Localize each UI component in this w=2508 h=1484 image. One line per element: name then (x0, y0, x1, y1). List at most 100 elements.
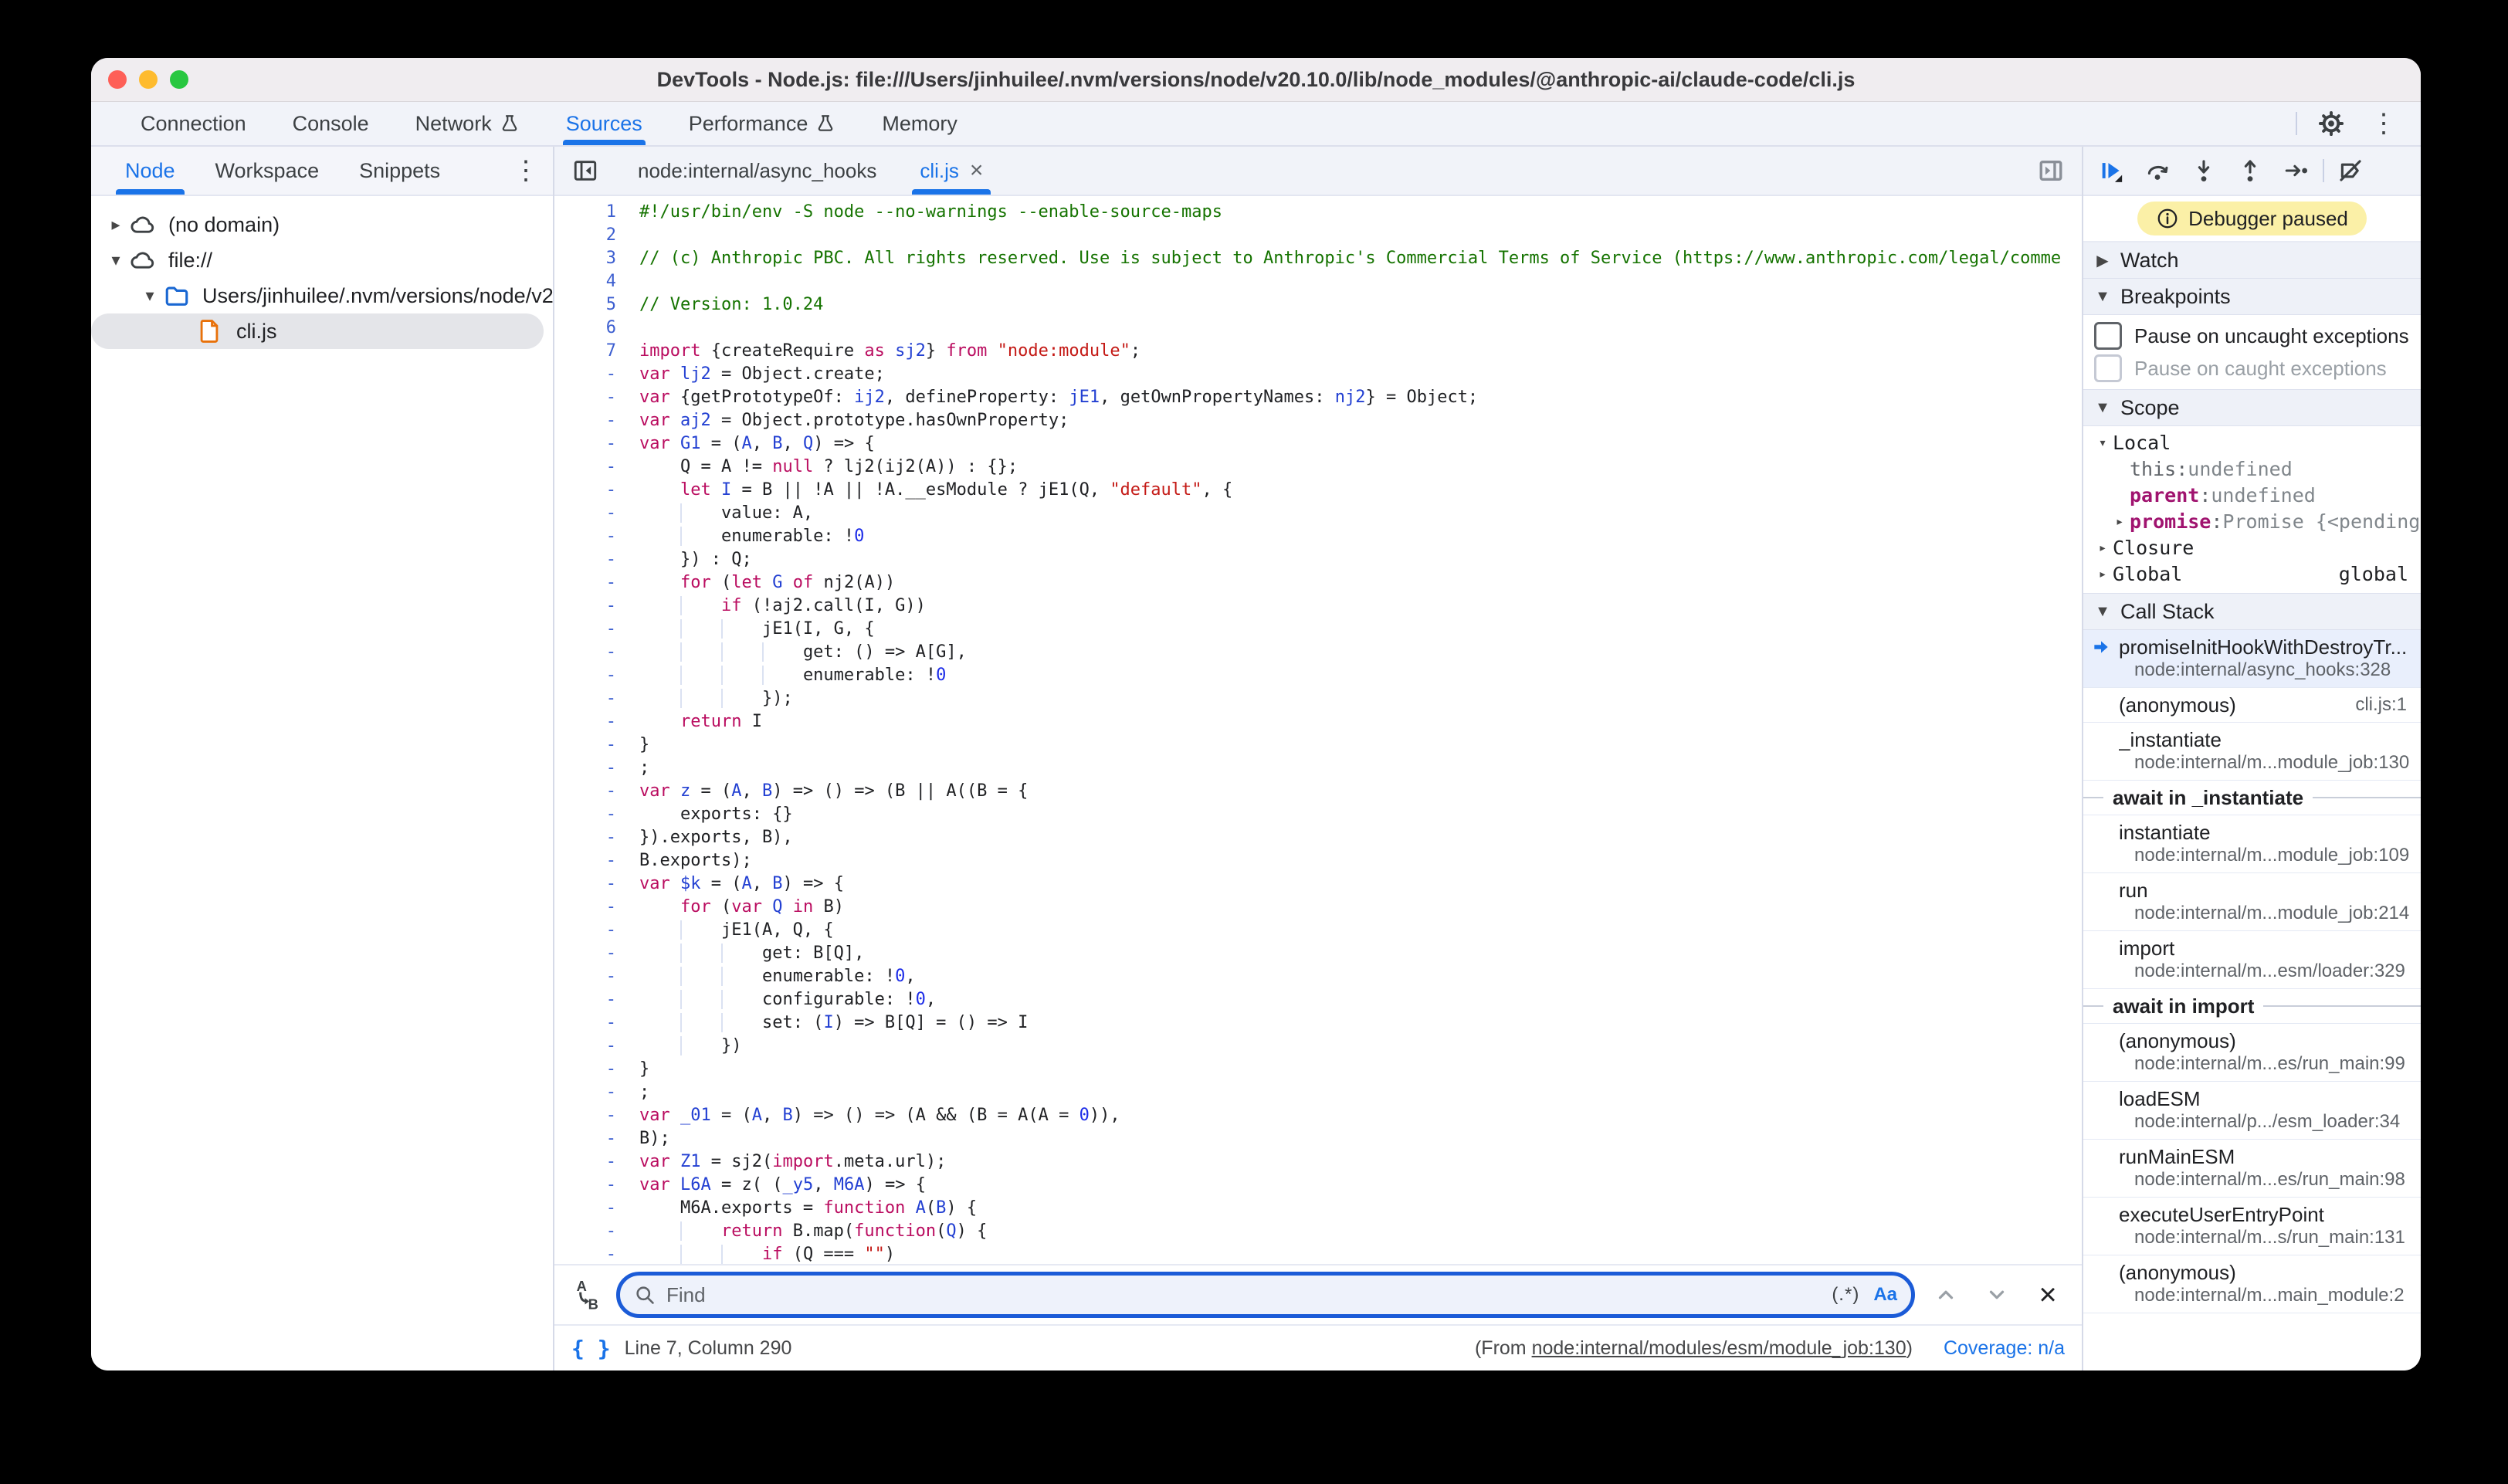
line-number[interactable]: - (554, 386, 639, 409)
tab-sources[interactable]: Sources (543, 102, 666, 145)
line-number[interactable]: - (554, 363, 639, 386)
line-number[interactable]: - (554, 919, 639, 942)
scope-group-local[interactable]: ▾Local (2083, 429, 2421, 456)
line-number[interactable]: - (554, 664, 639, 687)
line-number[interactable]: - (554, 409, 639, 432)
call-stack-frame[interactable]: _instantiatenode:internal/m...module_job… (2083, 723, 2421, 781)
scope-group-closure[interactable]: ▸Closure (2083, 534, 2421, 561)
line-number[interactable]: - (554, 1104, 639, 1127)
find-close-button[interactable]: × (2028, 1279, 2068, 1310)
more-options-button[interactable]: ⋮ (2365, 105, 2402, 142)
line-number[interactable]: - (554, 548, 639, 571)
pretty-print-icon[interactable]: { } (571, 1336, 611, 1361)
tab-network[interactable]: Network (392, 102, 543, 145)
line-number[interactable]: - (554, 1035, 639, 1058)
line-number[interactable]: 1 (554, 201, 639, 224)
line-number[interactable]: 7 (554, 340, 639, 363)
line-number[interactable]: - (554, 734, 639, 757)
line-number[interactable]: - (554, 1243, 639, 1264)
line-number[interactable]: - (554, 687, 639, 710)
step-out-button[interactable] (2230, 151, 2270, 191)
breakpoint-option[interactable]: Pause on uncaught exceptions (2083, 320, 2421, 352)
tree-item-file-[interactable]: ▾file:// (91, 242, 553, 278)
line-number[interactable]: - (554, 826, 639, 849)
line-number[interactable]: - (554, 618, 639, 641)
find-input[interactable] (665, 1282, 1822, 1308)
editor-tab-node-internal-async-hooks[interactable]: node:internal/async_hooks (616, 147, 898, 195)
scope-variable-promise[interactable]: ▸promise: Promise {<pending>} (2083, 508, 2421, 534)
step-into-button[interactable] (2184, 151, 2224, 191)
line-number[interactable]: - (554, 803, 639, 826)
tree-item-cli-js[interactable]: cli.js (91, 313, 544, 349)
scope-variable-this[interactable]: this: undefined (2083, 456, 2421, 482)
source-map-link[interactable]: node:internal/modules/esm/module_job:130 (1532, 1337, 1906, 1359)
line-number[interactable]: - (554, 641, 639, 664)
close-tab-icon[interactable]: × (970, 159, 984, 182)
step-over-button[interactable] (2137, 151, 2178, 191)
line-number[interactable]: - (554, 988, 639, 1011)
call-stack-section-header[interactable]: ▼ Call Stack (2083, 594, 2421, 630)
navigator-tab-snippets[interactable]: Snippets (339, 147, 460, 195)
step-button[interactable] (2276, 151, 2317, 191)
line-number[interactable]: - (554, 571, 639, 595)
find-previous-button[interactable] (1926, 1276, 1966, 1313)
line-number[interactable]: - (554, 757, 639, 780)
show-debugger-sidebar-button[interactable] (2032, 152, 2069, 189)
tree-item-users-jinhuilee-nvm-versions-node-v2-[interactable]: ▾Users/jinhuilee/.nvm/versions/node/v2..… (91, 278, 553, 313)
line-number[interactable]: - (554, 1174, 639, 1197)
hide-navigator-button[interactable] (567, 152, 604, 189)
line-number[interactable]: - (554, 456, 639, 479)
line-number[interactable]: - (554, 896, 639, 919)
line-number[interactable]: - (554, 525, 639, 548)
source-viewer[interactable]: 1#!/usr/bin/env -S node --no-warnings --… (554, 196, 2082, 1264)
line-number[interactable]: 5 (554, 293, 639, 317)
line-number[interactable]: - (554, 502, 639, 525)
line-number[interactable]: - (554, 432, 639, 456)
tree-item--no-domain-[interactable]: ▸(no domain) (91, 207, 553, 242)
editor-tab-cli-js[interactable]: cli.js× (898, 147, 1005, 195)
caret-down-icon[interactable]: ▾ (102, 250, 130, 270)
scope-variable-parent[interactable]: parent: undefined (2083, 482, 2421, 508)
tab-performance[interactable]: Performance (666, 102, 859, 145)
line-number[interactable]: - (554, 1058, 639, 1081)
line-number[interactable]: - (554, 1127, 639, 1150)
call-stack-frame[interactable]: loadESMnode:internal/p.../esm_loader:34 (2083, 1082, 2421, 1140)
line-number[interactable]: - (554, 849, 639, 872)
coverage-link[interactable]: Coverage: n/a (1944, 1337, 2065, 1360)
scope-section-header[interactable]: ▼ Scope (2083, 390, 2421, 426)
find-next-button[interactable] (1977, 1276, 2017, 1313)
navigator-tab-node[interactable]: Node (105, 147, 195, 195)
line-number[interactable]: - (554, 780, 639, 803)
tab-console[interactable]: Console (269, 102, 392, 145)
line-number[interactable]: - (554, 1081, 639, 1104)
line-number[interactable]: - (554, 1011, 639, 1035)
line-number[interactable]: - (554, 479, 639, 502)
navigator-more-icon[interactable]: ⋮ (513, 158, 553, 184)
call-stack-frame[interactable]: (anonymous)cli.js:1 (2083, 688, 2421, 723)
call-stack-frame[interactable]: (anonymous)node:internal/m...es/run_main… (2083, 1024, 2421, 1082)
call-stack-frame[interactable]: executeUserEntryPointnode:internal/m...s… (2083, 1198, 2421, 1255)
line-number[interactable]: - (554, 872, 639, 896)
find-ab-navigation-icon[interactable]: A B (568, 1278, 605, 1312)
call-stack-frame[interactable]: runMainESMnode:internal/m...es/run_main:… (2083, 1140, 2421, 1198)
watch-section-header[interactable]: ▶ Watch (2083, 242, 2421, 279)
match-case-toggle[interactable]: Aa (1873, 1284, 1897, 1306)
deactivate-breakpoints-button[interactable] (2330, 151, 2371, 191)
navigator-tab-workspace[interactable]: Workspace (195, 147, 340, 195)
caret-right-icon[interactable]: ▸ (102, 215, 130, 235)
resume-button[interactable] (2091, 151, 2131, 191)
call-stack-frame[interactable]: promiseInitHookWithDestroyTr...node:inte… (2083, 630, 2421, 688)
line-number[interactable]: - (554, 595, 639, 618)
line-number[interactable]: 6 (554, 317, 639, 340)
caret-right-icon[interactable]: ▸ (2110, 513, 2130, 530)
scope-group-global[interactable]: ▸Globalglobal (2083, 561, 2421, 587)
settings-button[interactable] (2313, 105, 2350, 142)
line-number[interactable]: - (554, 1197, 639, 1220)
line-number[interactable]: - (554, 1150, 639, 1174)
line-number[interactable]: - (554, 942, 639, 965)
call-stack-frame[interactable]: importnode:internal/m...esm/loader:329 (2083, 931, 2421, 989)
call-stack-frame[interactable]: instantiatenode:internal/m...module_job:… (2083, 815, 2421, 873)
line-number[interactable]: 4 (554, 270, 639, 293)
caret-down-icon[interactable]: ▾ (136, 286, 164, 306)
breakpoints-section-header[interactable]: ▼ Breakpoints (2083, 279, 2421, 315)
